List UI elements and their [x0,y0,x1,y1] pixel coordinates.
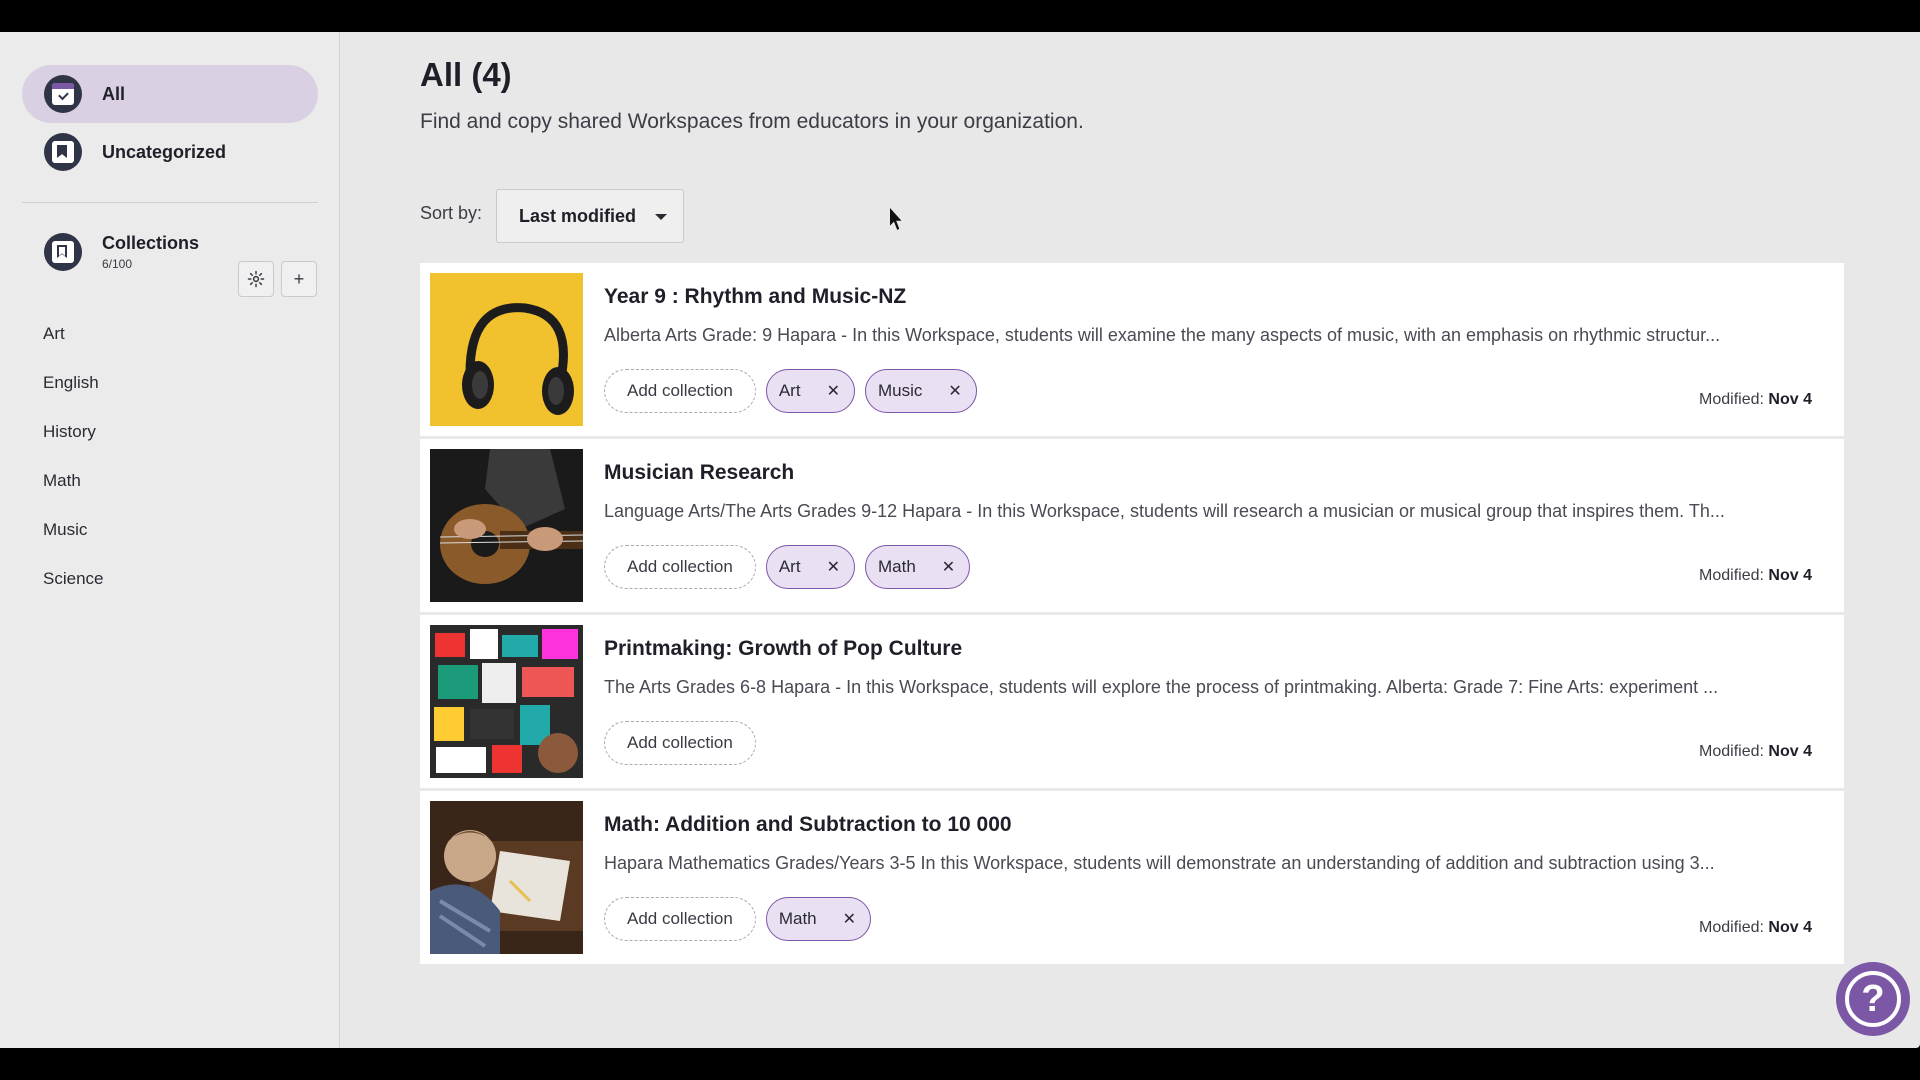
collection-tag: Music ✕ [864,369,977,413]
close-icon[interactable]: ✕ [942,557,955,577]
workspace-card[interactable]: Year 9 : Rhythm and Music-NZ Alberta Art… [420,263,1844,436]
card-description: Language Arts/The Arts Grades 9-12 Hapar… [604,501,1725,521]
headphones-image [430,273,583,426]
card-tags: Add collection Art ✕ Music ✕ [604,369,977,413]
add-collection-button[interactable]: Add collection [604,897,756,941]
sidebar-item-uncategorized[interactable]: Uncategorized [22,123,318,181]
app-window: All Uncategorized Collections 6/100 + Ar… [0,32,1920,1048]
tag-label: Music [877,381,923,400]
collection-link-english[interactable]: English [43,373,99,393]
collection-tag: Math ✕ [765,897,872,941]
guitar-image [430,449,583,602]
sort-label: Sort by: [420,203,483,223]
add-collection-button[interactable]: Add collection [604,545,756,589]
sort-value: Last modified [519,205,637,226]
add-collection-button[interactable]: Add collection [604,369,756,413]
collections-count: 6/100 [102,257,133,271]
sidebar: All Uncategorized Collections 6/100 + Ar… [0,32,340,1048]
workspace-card[interactable]: Printmaking: Growth of Pop Culture The A… [420,615,1844,788]
collections-bookmark-icon [44,233,82,271]
collection-link-art[interactable]: Art [43,324,65,344]
modified-date: Modified: Nov 4 [1699,743,1812,760]
close-icon[interactable]: ✕ [827,557,840,577]
modified-date: Modified: Nov 4 [1699,391,1812,408]
plus-icon: + [293,268,305,289]
card-tags: Add collection [604,721,756,765]
card-description: Hapara Mathematics Grades/Years 3-5 In t… [604,853,1715,873]
tag-label: Art [778,557,801,576]
help-button[interactable]: ? [1836,962,1910,1036]
tag-label: Art [778,381,801,400]
card-description: The Arts Grades 6-8 Hapara - In this Wor… [604,677,1719,697]
card-tags: Add collection Math ✕ [604,897,872,941]
chevron-down-icon [655,214,667,220]
sidebar-divider [22,202,318,203]
collection-tag: Art ✕ [765,369,855,413]
all-check-icon [44,75,82,113]
page-title: All (4) [420,56,512,93]
page-subtitle: Find and copy shared Workspaces from edu… [420,110,1084,133]
card-title[interactable]: Year 9 : Rhythm and Music-NZ [604,285,906,309]
card-title[interactable]: Musician Research [604,461,794,485]
tag-label: Math [778,909,817,928]
collections-settings-button[interactable] [238,261,274,297]
gear-icon [247,270,265,288]
modified-date: Modified: Nov 4 [1699,567,1812,584]
help-question-icon: ? [1845,971,1901,1027]
stickers-image [430,625,583,778]
mouse-cursor [890,208,902,230]
add-collection-button[interactable]: Add collection [604,721,756,765]
card-title[interactable]: Math: Addition and Subtraction to 10 000 [604,813,1012,837]
close-icon[interactable]: ✕ [948,381,961,401]
workspace-card[interactable]: Math: Addition and Subtraction to 10 000… [420,791,1844,964]
child-writing-image [430,801,583,954]
bookmark-icon [44,133,82,171]
card-description: Alberta Arts Grade: 9 Hapara - In this W… [604,325,1721,345]
collections-title: Collections [102,233,200,253]
collection-tag: Art ✕ [765,545,855,589]
collection-link-history[interactable]: History [43,422,96,442]
collection-tag: Math ✕ [864,545,971,589]
card-title[interactable]: Printmaking: Growth of Pop Culture [604,637,962,661]
workspace-card[interactable]: Musician Research Language Arts/The Arts… [420,439,1844,612]
sort-select[interactable]: Last modified [496,189,684,243]
close-icon[interactable]: ✕ [827,381,840,401]
main-content: All (4) Find and copy shared Workspaces … [340,32,1920,1048]
collection-link-math[interactable]: Math [43,471,81,491]
sidebar-item-label: All [102,83,126,104]
modified-date: Modified: Nov 4 [1699,919,1812,936]
tag-label: Math [877,557,916,576]
close-icon[interactable]: ✕ [843,909,856,929]
card-tags: Add collection Art ✕ Math ✕ [604,545,971,589]
sidebar-item-label: Uncategorized [102,141,227,162]
collection-link-science[interactable]: Science [43,569,103,589]
sidebar-item-all[interactable]: All [22,65,318,123]
collection-link-music[interactable]: Music [43,520,87,540]
add-collection-button[interactable]: + [281,261,317,297]
